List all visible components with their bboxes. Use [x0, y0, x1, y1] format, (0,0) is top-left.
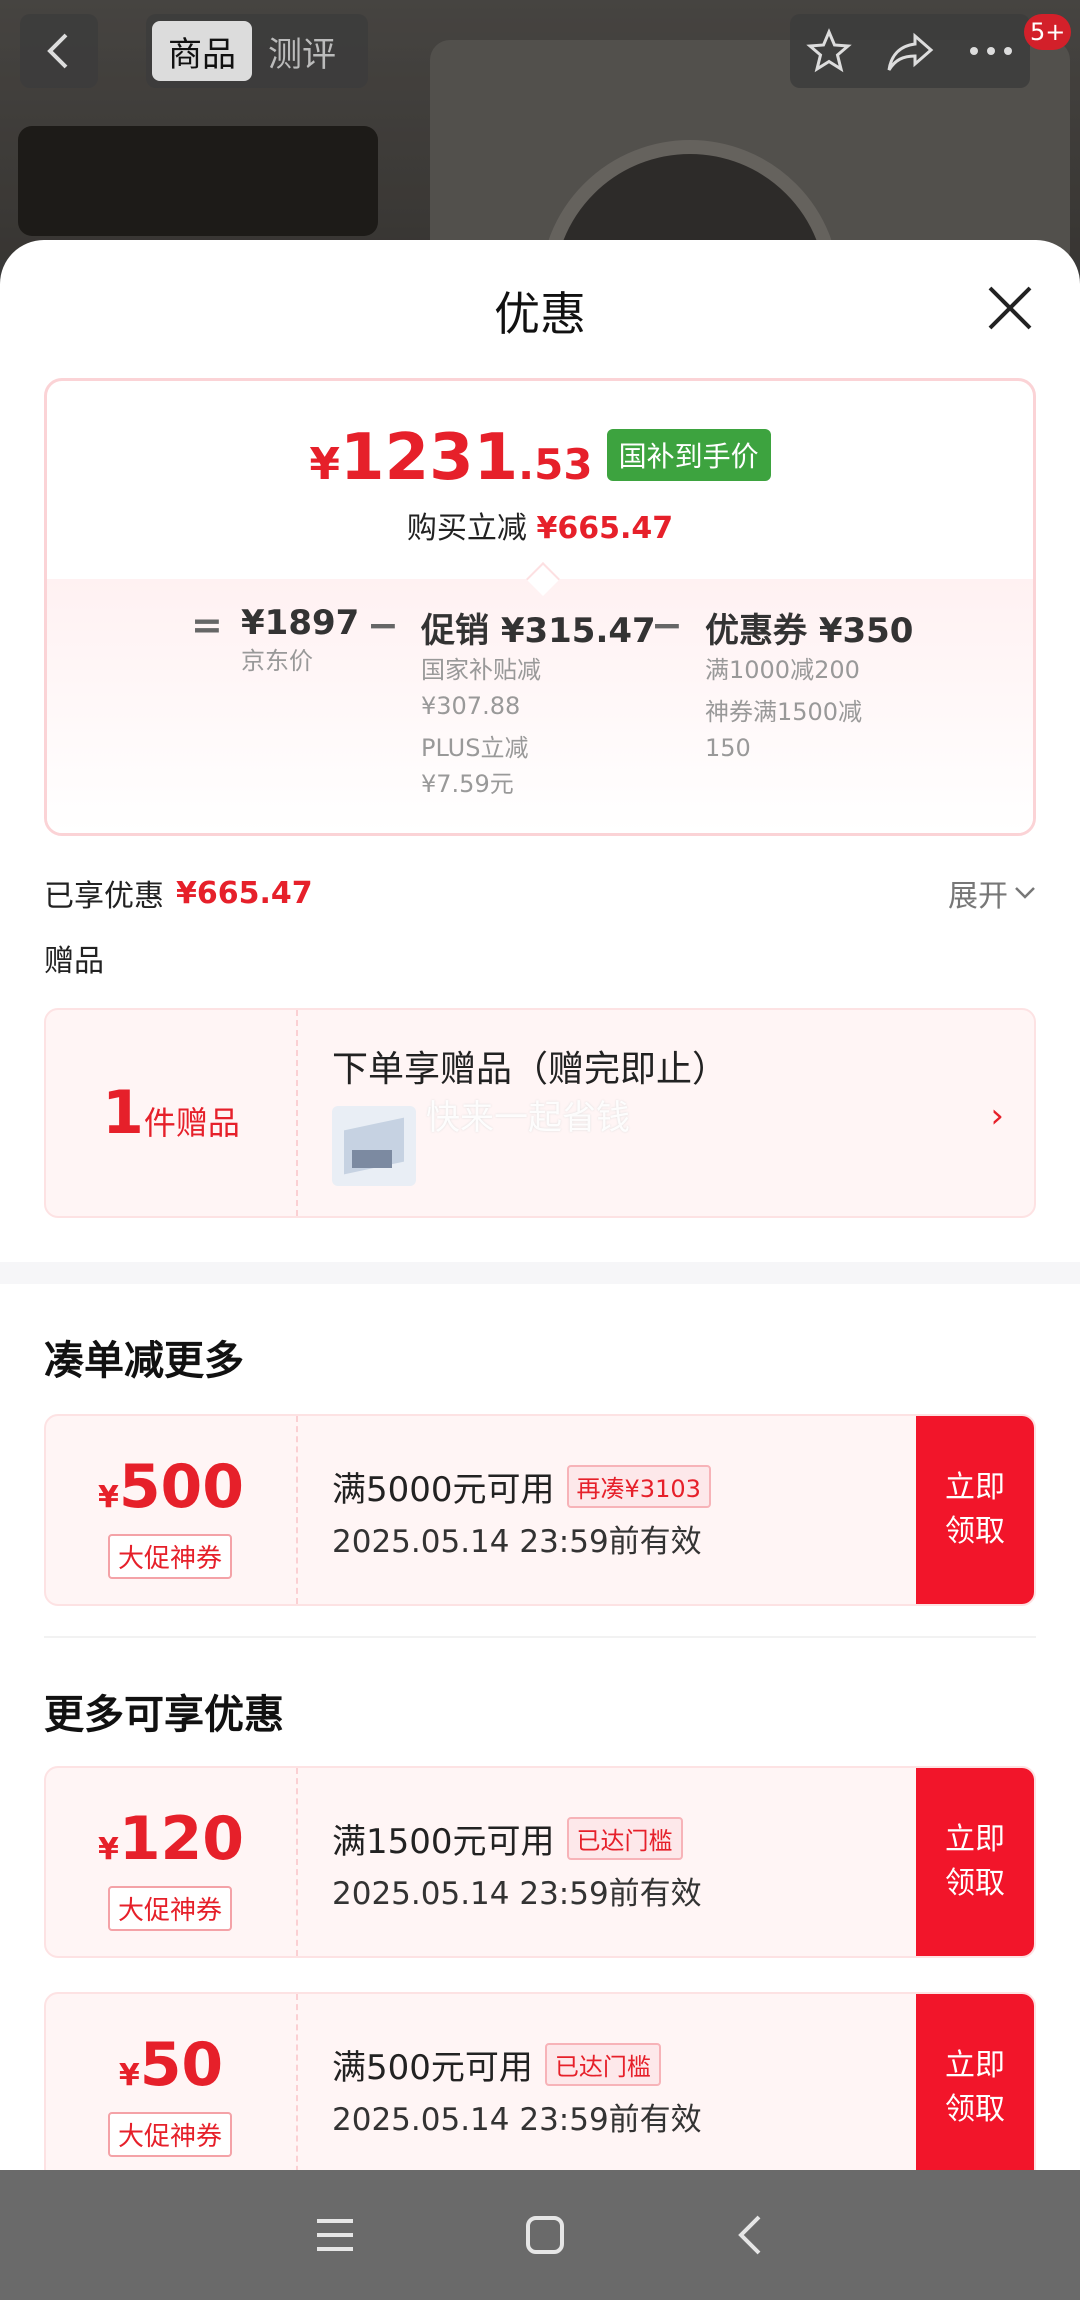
- claim-button[interactable]: 立即 领取: [916, 1768, 1034, 1956]
- star-icon[interactable]: [806, 28, 853, 74]
- home-icon[interactable]: [525, 2215, 565, 2255]
- header-actions: [790, 14, 1030, 88]
- coupon-condition: 满1500元可用: [332, 1822, 555, 1862]
- section-title-more-offers: 更多可享优惠: [44, 1692, 284, 1738]
- coupon-status-tag: 已达门槛: [566, 1817, 683, 1860]
- coupon-kind-badge: 大促神券: [108, 2112, 233, 2157]
- coupon-expiry: 2025.05.14 23:59前有效: [332, 1876, 702, 1912]
- expand-button[interactable]: 展开: [948, 871, 1036, 915]
- gift-header: 赠品: [44, 944, 104, 979]
- section-divider: [0, 1262, 1080, 1284]
- coupon-card: ¥500 大促神券 满5000元可用 再凑¥3103 2025.05.14 23…: [44, 1414, 1036, 1606]
- enjoyed-discount-row: 已享优惠 ¥665.47 展开: [44, 868, 1036, 918]
- equals-sign: =: [191, 603, 223, 647]
- gift-count: 1 件赠品: [46, 1010, 298, 1216]
- coupon-amount: ¥500 大促神券: [46, 1416, 298, 1604]
- gift-card[interactable]: 1 件赠品 下单享赠品（赠完即止） 快来一起省钱 ›: [44, 1008, 1036, 1218]
- gift-thumbnail: [332, 1106, 416, 1186]
- back-button[interactable]: [20, 14, 98, 88]
- discount-sheet: 优惠 ¥1231.53 国补到手价 购买立减 ¥665.47 = ¥1897 京…: [0, 240, 1080, 2170]
- jd-price: ¥1897 京东价: [241, 603, 360, 675]
- coupon-card: ¥50 大促神券 满500元可用 已达门槛 2025.05.14 23:59前有…: [44, 1992, 1036, 2170]
- claim-button[interactable]: 立即 领取: [916, 1416, 1034, 1604]
- back-nav-icon[interactable]: [735, 2213, 765, 2257]
- coupon-status-tag: 再凑¥3103: [566, 1465, 711, 1508]
- menu-icon[interactable]: [315, 2217, 355, 2253]
- final-price: ¥1231.53 国补到手价: [47, 421, 1033, 495]
- subsidy-tag: 国补到手价: [606, 429, 771, 481]
- share-icon[interactable]: [885, 28, 935, 74]
- coupon-card: ¥120 大促神券 满1500元可用 已达门槛 2025.05.14 23:59…: [44, 1766, 1036, 1958]
- coupon-condition: 满5000元可用: [332, 1470, 555, 1510]
- coupon-condition: 满500元可用: [332, 2048, 533, 2088]
- system-nav-bar: [0, 2170, 1080, 2300]
- product-header: 商品 测评 5+: [0, 0, 1080, 260]
- gift-title: 下单享赠品（赠完即止）: [332, 1049, 729, 1090]
- minus-sign: −: [367, 603, 399, 647]
- coupon-breakdown: 优惠券 ¥350 满1000减200 神券满1500减 150: [705, 611, 914, 762]
- coupon-status-tag: 已达门槛: [544, 2043, 661, 2086]
- coupon-expiry: 2025.05.14 23:59前有效: [332, 1524, 702, 1560]
- price-summary: ¥1231.53 国补到手价 购买立减 ¥665.47 = ¥1897 京东价 …: [44, 378, 1036, 836]
- tab-product[interactable]: 商品: [152, 21, 252, 81]
- promo-breakdown: 促销 ¥315.47 国家补贴减 ¥307.88 PLUS立减 ¥7.59元: [421, 611, 656, 798]
- savings-line: 购买立减 ¥665.47: [406, 511, 674, 546]
- sheet-title: 优惠: [494, 287, 586, 341]
- chevron-left-icon: [47, 33, 68, 69]
- chevron-right-icon: ›: [990, 1096, 1004, 1136]
- coupon-expiry: 2025.05.14 23:59前有效: [332, 2102, 702, 2138]
- cart-badge: 5+: [1024, 14, 1072, 50]
- coupon-amount: ¥50 大促神券: [46, 1994, 298, 2170]
- header-tabs: 商品 测评: [146, 14, 368, 88]
- tab-review[interactable]: 测评: [252, 21, 352, 81]
- more-icon[interactable]: [968, 44, 1014, 58]
- section-title-more-order: 凑单减更多: [44, 1338, 244, 1384]
- claim-button[interactable]: 立即 领取: [916, 1994, 1034, 2170]
- divider: [44, 1636, 1036, 1638]
- watermark: 快来一起省钱: [426, 1098, 630, 1138]
- minus-sign: −: [651, 603, 683, 647]
- coupon-kind-badge: 大促神券: [108, 1534, 233, 1579]
- chevron-down-icon: [1015, 887, 1035, 899]
- coupon-amount: ¥120 大促神券: [46, 1768, 298, 1956]
- coupon-kind-badge: 大促神券: [108, 1886, 233, 1931]
- close-icon[interactable]: [984, 282, 1036, 334]
